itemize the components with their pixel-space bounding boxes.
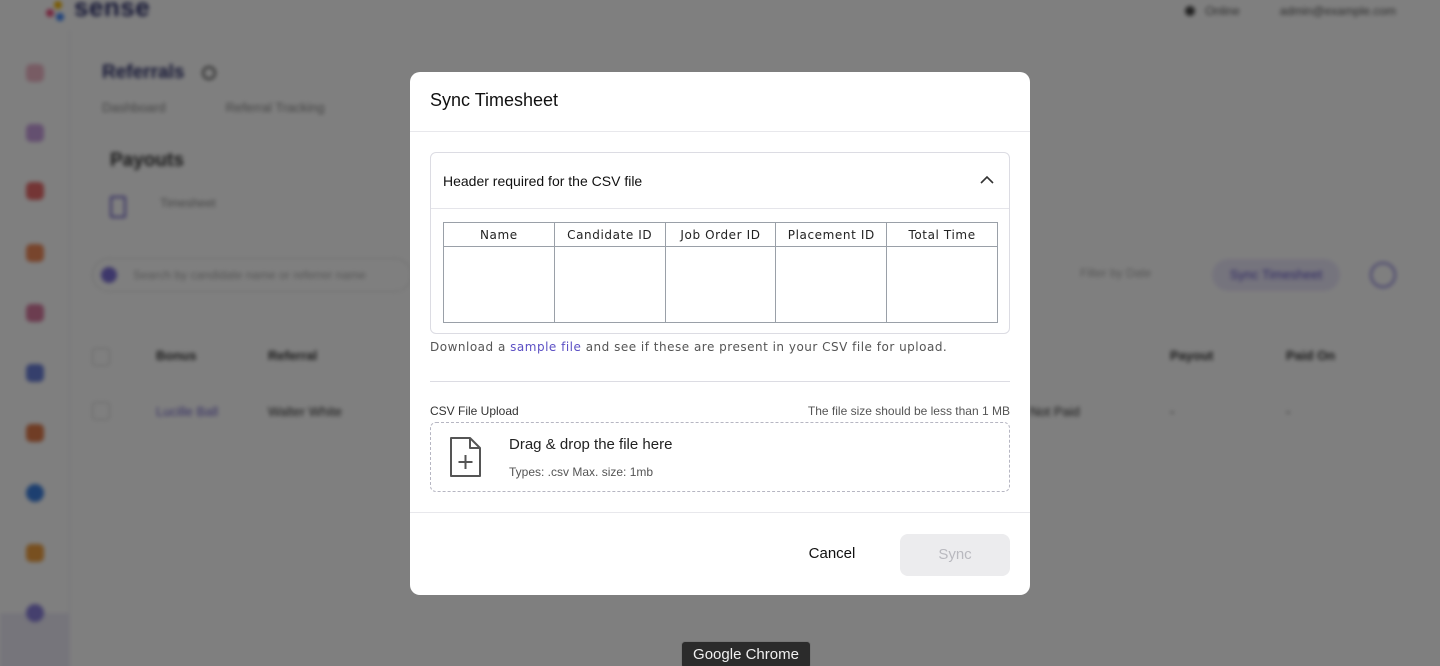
- table-cell: [664, 246, 777, 323]
- csv-column-name: Name: [443, 222, 555, 247]
- csv-header-accordion: Header required for the CSV file Name Ca…: [430, 152, 1010, 334]
- file-add-icon: [450, 437, 481, 477]
- csv-column-placement-id: Placement ID: [775, 222, 888, 247]
- sync-timesheet-modal: Sync Timesheet Header required for the C…: [410, 72, 1030, 595]
- csv-header-row: Name Candidate ID Job Order ID Placement…: [443, 222, 998, 247]
- divider: [430, 381, 1010, 382]
- csv-column-total-time: Total Time: [886, 222, 998, 247]
- sync-button[interactable]: Sync: [900, 534, 1010, 576]
- table-cell: [553, 246, 666, 323]
- chevron-up-icon[interactable]: [979, 172, 995, 188]
- dropzone-title: Drag & drop the file here: [509, 436, 673, 453]
- accordion-title: Header required for the CSV file: [443, 173, 643, 189]
- modal-title: Sync Timesheet: [430, 90, 559, 110]
- cancel-button[interactable]: Cancel: [796, 535, 868, 573]
- upload-label: CSV File Upload: [430, 404, 519, 418]
- tooltip: Google Chrome: [681, 641, 811, 666]
- upload-size-limit: The file size should be less than 1 MB: [807, 404, 1010, 418]
- download-note: Download a sample file and see if these …: [430, 340, 948, 354]
- csv-empty-row: [443, 246, 998, 323]
- sample-file-link[interactable]: sample file: [510, 340, 581, 354]
- modal-footer: Cancel Sync: [410, 512, 1030, 595]
- csv-column-candidate-id: Candidate ID: [553, 222, 666, 247]
- modal-header: Sync Timesheet: [410, 72, 1030, 132]
- csv-header-table: Name Candidate ID Job Order ID Placement…: [443, 222, 998, 323]
- table-cell: [886, 246, 998, 323]
- table-cell: [775, 246, 888, 323]
- table-cell: [443, 246, 555, 323]
- file-dropzone[interactable]: Drag & drop the file here Types: .csv Ma…: [430, 422, 1010, 492]
- csv-column-job-order-id: Job Order ID: [664, 222, 777, 247]
- dropzone-types: Types: .csv Max. size: 1mb: [509, 465, 654, 479]
- accordion-header[interactable]: Header required for the CSV file: [431, 153, 1009, 209]
